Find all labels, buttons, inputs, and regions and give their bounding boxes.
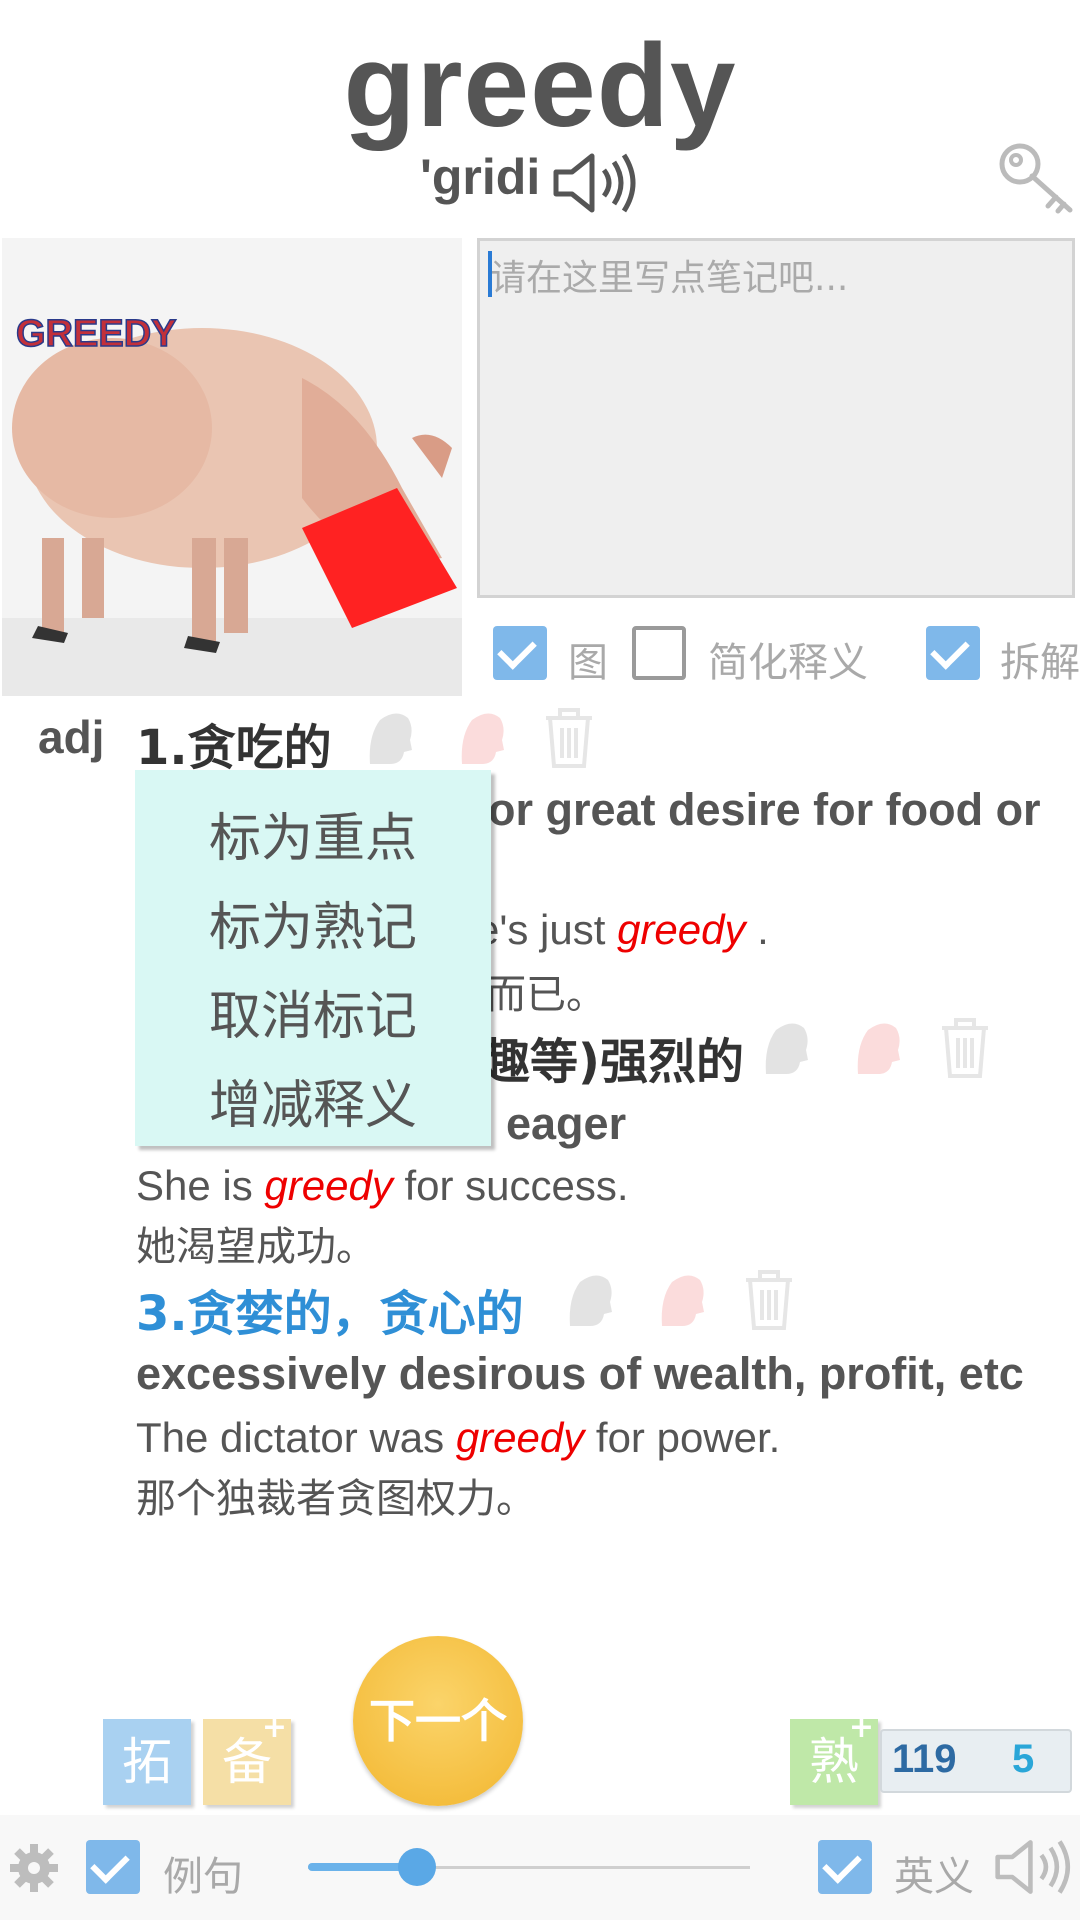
example-keyword: greedy: [617, 906, 746, 953]
expand-button[interactable]: 拓: [103, 1719, 191, 1805]
speaker-icon[interactable]: [552, 152, 642, 214]
key-icon[interactable]: [996, 140, 1076, 220]
definition-1-translation: 而已。: [486, 972, 606, 1018]
english-definition-label: 英义: [894, 1854, 974, 1900]
menu-item-mark-important[interactable]: 标为重点: [135, 796, 491, 871]
count-total: 119: [892, 1737, 957, 1781]
definition-2-mark-icons: [765, 1018, 988, 1078]
definition-1-mark-icons: [369, 708, 592, 768]
familiar-head-icon[interactable]: [461, 713, 504, 764]
example-keyword: greedy: [264, 1162, 393, 1209]
english-definition-checkbox[interactable]: [818, 1840, 872, 1894]
example-sentence-label: 例句: [163, 1854, 243, 1900]
example-text: e's just: [476, 906, 618, 953]
example-text: She is: [136, 1162, 265, 1209]
pronunciation-row: 'gridi: [0, 148, 1080, 218]
expand-label: 拓: [122, 1733, 172, 1791]
split-option-label: 拆解: [1000, 640, 1080, 686]
example-text: for power.: [584, 1414, 781, 1461]
example-sentence-checkbox[interactable]: [86, 1840, 140, 1894]
definition-3-english: excessively desirous of wealth, profit, …: [136, 1348, 1024, 1399]
speaker-icon[interactable]: [994, 1836, 1076, 1898]
svg-text:GREEDY: GREEDY: [16, 313, 176, 355]
image-option-label: 图: [568, 640, 608, 686]
progress-counter: 119 5: [880, 1729, 1072, 1793]
part-of-speech: adj: [38, 711, 105, 763]
important-head-icon[interactable]: [369, 713, 412, 764]
definition-context-menu: 标为重点 标为熟记 取消标记 增减释义: [135, 770, 491, 1146]
next-word-button[interactable]: 下一个: [353, 1636, 523, 1806]
example-text: .: [745, 906, 769, 953]
headword: greedy: [343, 20, 737, 152]
gear-icon[interactable]: [8, 1842, 60, 1894]
image-checkbox[interactable]: [493, 626, 547, 680]
slider-thumb[interactable]: [398, 1848, 436, 1886]
plus-icon: +: [261, 1710, 287, 1745]
split-checkbox[interactable]: [926, 626, 980, 680]
example-keyword: greedy: [455, 1414, 585, 1461]
definition-3-mark-icons: [569, 1270, 792, 1330]
simplify-checkbox[interactable]: [632, 626, 686, 680]
definition-1-title[interactable]: 1.贪吃的: [136, 708, 332, 778]
trash-icon[interactable]: [746, 1270, 792, 1330]
count-done: 5: [1012, 1737, 1035, 1781]
trash-icon[interactable]: [942, 1018, 988, 1078]
simplify-option-label: 简化释义: [708, 640, 868, 686]
phonetic-text: 'gridi: [420, 149, 541, 205]
text-caret: [488, 251, 492, 297]
familiar-head-icon[interactable]: [661, 1275, 704, 1326]
notes-area[interactable]: [477, 238, 1075, 598]
definition-3-title[interactable]: 3.贪婪的，贪心的: [136, 1274, 524, 1344]
definition-2-title[interactable]: 趣等)强烈的: [482, 1022, 744, 1092]
add-backup-button[interactable]: 备 +: [203, 1713, 291, 1805]
example-text: for success.: [392, 1162, 629, 1209]
word-illustration: GREEDY: [2, 238, 462, 696]
definition-2-translation: 她渴望成功。: [136, 1224, 376, 1270]
menu-item-edit-definitions[interactable]: 增减释义: [135, 1063, 491, 1138]
definition-2-example: She is greedy for success.: [136, 1162, 629, 1210]
definition-3-translation: 那个独裁者贪图权力。: [136, 1476, 536, 1522]
menu-item-mark-familiar[interactable]: 标为熟记: [135, 885, 491, 960]
familiar-head-icon[interactable]: [857, 1023, 900, 1074]
example-text: The dictator was: [136, 1414, 456, 1461]
definition-1-english: or great desire for food or: [488, 784, 1041, 835]
plus-icon: +: [848, 1710, 874, 1745]
notes-input[interactable]: [488, 247, 1068, 593]
trash-icon[interactable]: [546, 708, 592, 768]
important-head-icon[interactable]: [765, 1023, 808, 1074]
definition-2-english: eager: [506, 1098, 627, 1149]
important-head-icon[interactable]: [569, 1275, 612, 1326]
definition-1-example: e's just greedy .: [476, 906, 769, 954]
definition-3-example: The dictator was greedy for power.: [136, 1414, 780, 1462]
mark-familiar-button[interactable]: 熟 +: [790, 1713, 878, 1805]
menu-item-clear-mark[interactable]: 取消标记: [135, 974, 491, 1049]
